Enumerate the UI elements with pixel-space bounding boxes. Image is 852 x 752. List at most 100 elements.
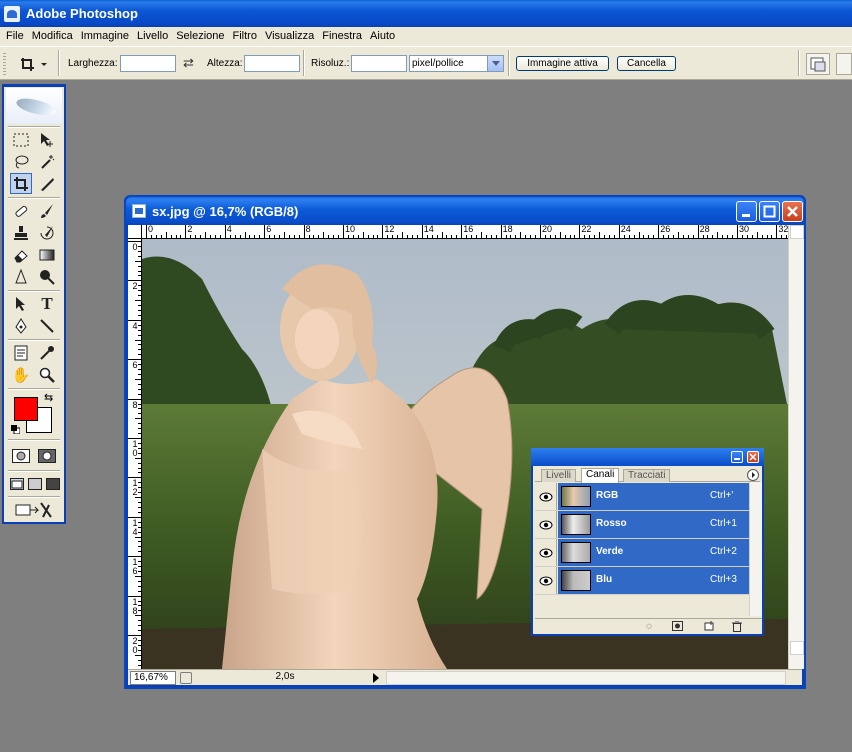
menu-selezione[interactable]: Selezione <box>172 27 228 46</box>
menu-finestra[interactable]: Finestra <box>318 27 366 46</box>
lasso-tool-icon[interactable] <box>10 151 32 172</box>
panel-minimize-button[interactable] <box>731 451 743 463</box>
tab-tracciati[interactable]: Tracciati <box>623 469 671 482</box>
line-tool-icon[interactable] <box>36 315 58 336</box>
vertical-ruler[interactable]: 02468101214161820 <box>128 239 142 669</box>
horizontal-ruler[interactable]: 0 2 4 6 8 10 12 14 16 18 20 22 24 26 28 30 32 <box>142 225 788 239</box>
menu-filtro[interactable]: Filtro <box>229 27 261 46</box>
gradient-tool-icon[interactable] <box>36 244 58 265</box>
channel-row[interactable]: RGB Ctrl+' <box>535 483 749 511</box>
height-input[interactable] <box>244 55 300 72</box>
palette-dock[interactable] <box>836 53 852 75</box>
eye-icon[interactable] <box>535 567 557 594</box>
menu-modifica[interactable]: Modifica <box>28 27 77 46</box>
ruler-tick <box>210 235 212 238</box>
pen-tool-icon[interactable] <box>10 315 32 336</box>
app-titlebar[interactable]: Adobe Photoshop <box>0 0 852 27</box>
ruler-tick <box>239 235 241 238</box>
menu-aiuto[interactable]: Aiuto <box>366 27 399 46</box>
ruler-h-label: 24 <box>620 225 631 234</box>
panel-scrollbar[interactable] <box>749 482 762 616</box>
swap-dimensions-icon[interactable]: ⇄ <box>183 55 199 71</box>
full-screen-mode-icon[interactable] <box>44 473 62 494</box>
channel-item-rosso[interactable]: Rosso Ctrl+1 <box>558 511 749 538</box>
vertical-scrollbar[interactable] <box>788 225 804 669</box>
eyedropper-tool-icon[interactable] <box>36 342 58 363</box>
swap-colors-icon[interactable]: ⇆ <box>44 391 53 404</box>
channel-item-rgb[interactable]: RGB Ctrl+' <box>558 483 749 510</box>
scroll-up-button[interactable] <box>790 225 804 239</box>
channel-name: Verde <box>596 546 624 557</box>
channel-item-verde[interactable]: Verde Ctrl+2 <box>558 539 749 566</box>
path-selection-tool-icon[interactable] <box>10 293 32 314</box>
clone-stamp-tool-icon[interactable] <box>10 222 32 243</box>
palette-well-button[interactable] <box>806 53 830 75</box>
menu-livello[interactable]: Livello <box>133 27 172 46</box>
menu-file[interactable]: File <box>2 27 28 46</box>
foreground-color-swatch[interactable] <box>14 397 38 421</box>
healing-brush-tool-icon[interactable] <box>10 200 32 221</box>
tool-preset-picker[interactable] <box>18 54 48 74</box>
panel-titlebar[interactable] <box>531 448 764 466</box>
ruler-tick <box>180 235 182 238</box>
resolution-input[interactable] <box>351 55 407 72</box>
new-channel-icon[interactable] <box>703 621 715 632</box>
move-tool-icon[interactable] <box>36 129 58 150</box>
history-brush-tool-icon[interactable] <box>36 222 58 243</box>
panel-menu-icon[interactable] <box>747 469 759 481</box>
full-screen-menu-mode-icon[interactable] <box>26 473 44 494</box>
channel-row[interactable]: Verde Ctrl+2 <box>535 539 749 567</box>
channel-row[interactable]: Blu Ctrl+3 <box>535 567 749 595</box>
channel-row[interactable]: Rosso Ctrl+1 <box>535 511 749 539</box>
hand-tool-icon[interactable]: ✋ <box>10 364 32 385</box>
quick-mask-mode-icon[interactable] <box>36 445 58 466</box>
brush-tool-icon[interactable] <box>36 200 58 221</box>
maximize-button[interactable] <box>759 201 780 222</box>
scroll-down-button[interactable] <box>790 641 804 655</box>
clear-button[interactable]: Cancella <box>617 56 676 71</box>
channel-item-blu[interactable]: Blu Ctrl+3 <box>558 567 749 594</box>
blur-tool-icon[interactable] <box>10 266 32 287</box>
slice-tool-icon[interactable] <box>36 173 58 194</box>
options-grip[interactable] <box>3 53 6 75</box>
resolution-unit-select[interactable]: pixel/pollice <box>409 55 504 72</box>
panel-close-button[interactable] <box>747 451 759 463</box>
eye-icon[interactable] <box>535 483 557 510</box>
options-separator <box>508 50 510 76</box>
zoom-tool-icon[interactable] <box>36 364 58 385</box>
toolbox-separator <box>8 388 60 390</box>
zoom-field[interactable]: 16,67% <box>130 671 176 685</box>
menu-visualizza[interactable]: Visualizza <box>261 27 318 46</box>
crop-tool-icon[interactable] <box>10 173 32 194</box>
tab-canali[interactable]: Canali <box>581 468 620 483</box>
marquee-tool-icon[interactable] <box>10 129 32 150</box>
document-titlebar[interactable]: sx.jpg @ 16,7% (RGB/8) <box>126 197 804 225</box>
jump-to-imageready-icon[interactable] <box>10 499 58 520</box>
width-input[interactable] <box>120 55 176 72</box>
eraser-tool-icon[interactable] <box>10 244 32 265</box>
notes-tool-icon[interactable] <box>10 342 32 363</box>
horizontal-scrollbar[interactable] <box>386 671 786 685</box>
status-menu-icon[interactable] <box>180 672 192 684</box>
eye-icon[interactable] <box>535 539 557 566</box>
close-button[interactable] <box>782 201 803 222</box>
front-image-button[interactable]: Immagine attiva <box>516 56 609 71</box>
ruler-tick <box>382 225 384 238</box>
standard-screen-mode-icon[interactable] <box>8 473 26 494</box>
menu-immagine[interactable]: Immagine <box>77 27 133 46</box>
ruler-h-label: 6 <box>266 225 272 234</box>
minimize-button[interactable] <box>736 201 757 222</box>
ruler-tick <box>372 235 374 238</box>
standard-mode-icon[interactable] <box>10 445 32 466</box>
type-tool-icon[interactable]: T <box>36 293 58 314</box>
load-selection-icon[interactable]: ◌ <box>643 621 655 632</box>
save-selection-icon[interactable] <box>671 621 683 632</box>
ruler-origin[interactable] <box>128 225 142 239</box>
eye-icon[interactable] <box>535 511 557 538</box>
default-colors-icon[interactable] <box>11 425 21 435</box>
trash-icon[interactable] <box>731 620 743 632</box>
tab-livelli[interactable]: Livelli <box>541 469 577 482</box>
dodge-tool-icon[interactable] <box>36 266 58 287</box>
magic-wand-tool-icon[interactable] <box>36 151 58 172</box>
status-arrow-icon[interactable] <box>372 673 380 686</box>
